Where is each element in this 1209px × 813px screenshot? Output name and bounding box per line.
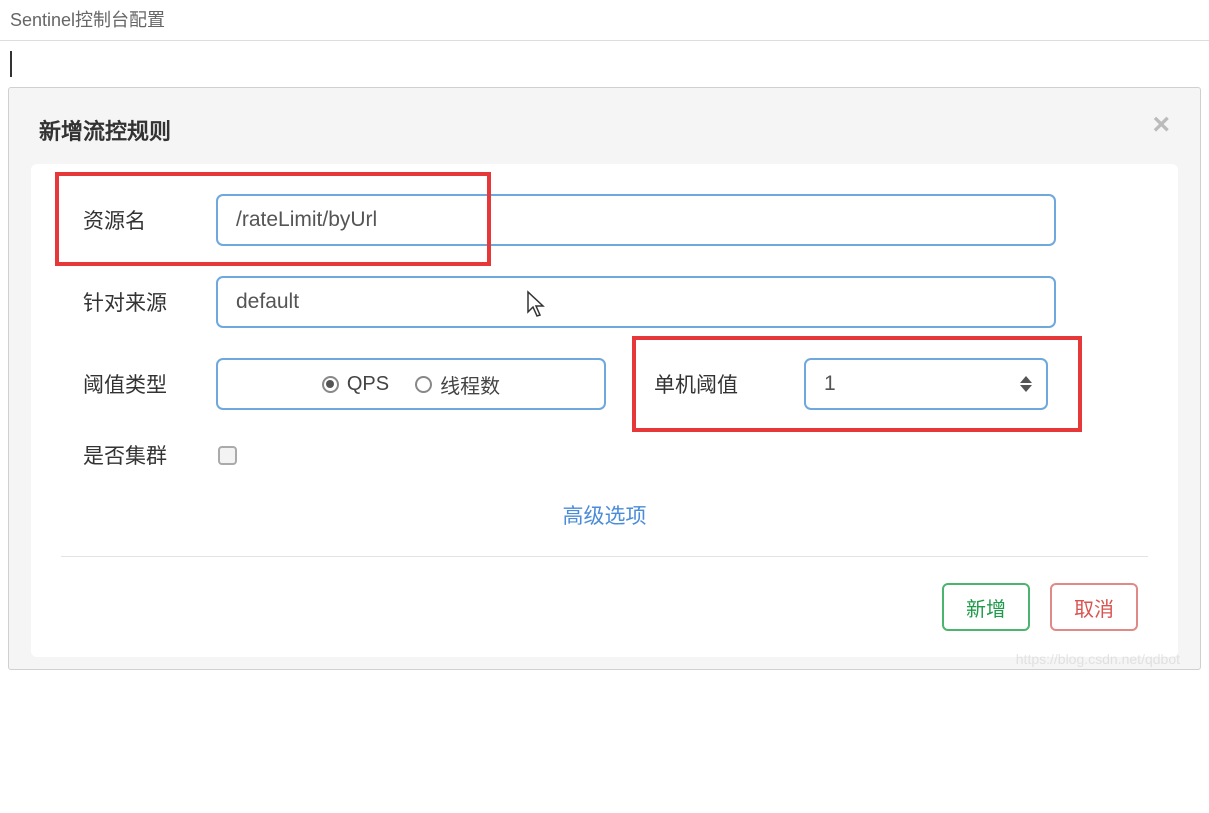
advanced-options-link[interactable]: 高级选项	[61, 500, 1148, 530]
dialog-footer: 新增 取消	[61, 583, 1148, 631]
radio-threads[interactable]: 线程数	[415, 370, 500, 399]
resource-name-input[interactable]	[216, 194, 1056, 246]
threshold-type-radio-group: QPS 线程数	[216, 358, 606, 410]
dialog-body: 资源名 针对来源 阈值类型 QPS 线程数	[31, 164, 1178, 657]
single-threshold-group: 单机阈值 1	[654, 358, 1048, 410]
submit-button[interactable]: 新增	[942, 583, 1030, 631]
cluster-label: 是否集群	[61, 440, 216, 470]
radio-icon	[415, 376, 432, 393]
watermark: https://blog.csdn.net/qdbot	[1016, 651, 1180, 667]
threshold-row: 阈值类型 QPS 线程数 单机阈值 1	[61, 358, 1148, 410]
radio-qps[interactable]: QPS	[322, 373, 389, 396]
cluster-row: 是否集群	[61, 440, 1148, 470]
single-threshold-input[interactable]: 1	[804, 358, 1048, 410]
chevron-down-icon[interactable]	[1020, 385, 1032, 392]
dialog-header: 新增流控规则 ×	[9, 88, 1200, 164]
source-label: 针对来源	[61, 287, 216, 317]
source-input[interactable]	[216, 276, 1056, 328]
threshold-type-label: 阈值类型	[61, 369, 216, 399]
radio-icon	[322, 376, 339, 393]
divider	[61, 556, 1148, 557]
single-threshold-value: 1	[824, 372, 836, 396]
resource-name-row: 资源名	[61, 194, 1148, 246]
number-spinner[interactable]	[1020, 376, 1032, 392]
dialog-title: 新增流控规则	[39, 114, 171, 146]
cluster-checkbox[interactable]	[218, 446, 237, 465]
threshold-type-group: 阈值类型 QPS 线程数	[61, 358, 606, 410]
source-row: 针对来源	[61, 276, 1148, 328]
radio-threads-label: 线程数	[440, 370, 500, 399]
radio-qps-label: QPS	[347, 373, 389, 396]
chevron-up-icon[interactable]	[1020, 376, 1032, 383]
single-threshold-label: 单机阈值	[654, 369, 804, 399]
add-flow-rule-dialog: 新增流控规则 × 资源名 针对来源 阈值类型 QPS	[8, 87, 1201, 670]
cancel-button[interactable]: 取消	[1050, 583, 1138, 631]
page-title: Sentinel控制台配置	[0, 0, 1209, 41]
close-icon[interactable]: ×	[1152, 110, 1170, 140]
resource-name-label: 资源名	[61, 205, 216, 235]
text-caret	[10, 51, 12, 77]
